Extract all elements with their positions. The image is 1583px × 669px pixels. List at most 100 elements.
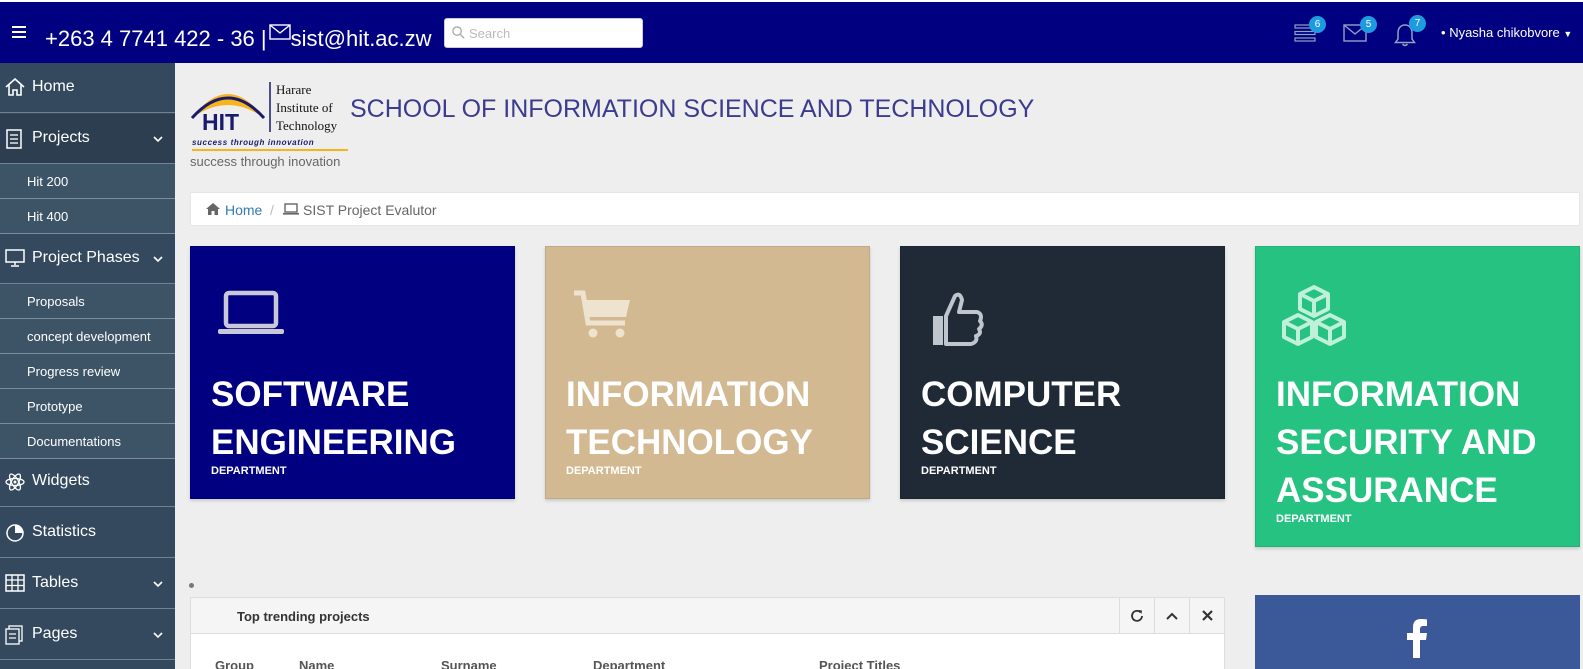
home-icon [5,78,25,96]
hit-logo: HIT Harare Institute of Technology succe… [190,76,350,152]
breadcrumb-separator: / [270,202,274,218]
column-header-department: Department [593,658,666,669]
search-input[interactable] [469,23,637,43]
chevron-down-icon [153,256,163,263]
sidebar-sub-proposals[interactable]: Proposals [0,284,175,319]
chevron-down-icon [153,136,163,143]
cubes-icon [1282,285,1346,346]
department-label: DEPARTMENT [1276,513,1352,525]
refresh-icon [1131,609,1143,622]
envelope-icon [268,20,291,46]
caret-down-icon: ▼ [1563,29,1573,39]
thumbs-up-icon [933,292,984,346]
document-icon [6,129,22,149]
user-menu[interactable]: • Nyasha chikobvore ▼ [1441,25,1572,40]
sidebar-item-label: Projects [32,129,90,146]
status-dot-icon: • [1441,25,1446,40]
pages-icon [5,625,23,645]
sidebar-item-label: Home [32,78,75,95]
tasks-button[interactable]: 6 [1294,16,1326,47]
cart-icon [574,290,630,338]
home-icon [206,203,220,215]
department-name: SOFTWARE ENGINEERING [211,375,457,462]
laptop-icon [218,290,284,334]
sidebar-sub-label: concept development [27,329,151,344]
notifications-button[interactable]: 7 [1394,15,1426,52]
department-name: INFORMATION TECHNOLOGY [566,375,813,462]
sidebar-sub-label: Proposals [27,294,85,309]
page-title: SCHOOL OF INFORMATION SCIENCE AND TECHNO… [350,95,1035,123]
breadcrumb: Home / SIST Project Evalutor [190,192,1580,226]
sidebar: Home Projects Hit 200 Hit 400 Project Ph… [0,63,175,669]
department-tile-computer-science[interactable]: COMPUTER SCIENCE DEPARTMENT [900,246,1225,499]
sidebar-sub-prototype[interactable]: Prototype [0,389,175,424]
notifications-badge: 7 [1409,15,1426,32]
logo-institute-line3: Technology [276,118,338,133]
close-button[interactable] [1189,598,1224,633]
sidebar-item-projects[interactable]: Projects [0,114,175,164]
email-address[interactable]: sist@hit.ac.zw [291,26,432,51]
collapse-button[interactable] [1154,598,1189,633]
breadcrumb-home-link[interactable]: Home [225,202,262,218]
atom-icon [5,473,25,491]
sidebar-sub-label: Prototype [27,399,83,414]
department-label: DEPARTMENT [566,465,642,477]
search-icon [452,26,465,39]
sidebar-item-tables[interactable]: Tables [0,559,175,609]
sidebar-sub-progress-review[interactable]: Progress review [0,354,175,389]
sidebar-item-home[interactable]: Home [0,63,175,113]
logo-institute-line2: Institute of [276,100,333,115]
sidebar-item-label: Pages [32,625,78,642]
sidebar-item-label: Widgets [32,472,90,489]
contact-info: +263 4 7741 422 - 36 | sist@hit.ac.zw [45,20,432,52]
sidebar-sub-label: Hit 200 [27,174,69,189]
logo-tagline: success through inovation [190,154,341,169]
tasks-badge: 6 [1309,16,1326,33]
panel-header: Top trending projects [191,598,1224,634]
department-name: INFORMATION SECURITY AND ASSURANCE [1276,375,1537,510]
refresh-button[interactable] [1119,598,1154,633]
logo-motto: success through innovation [192,138,315,147]
sidebar-item-label: Statistics [32,523,97,540]
sidebar-item-project-phases[interactable]: Project Phases [0,234,175,284]
sidebar-sub-concept-development[interactable]: concept development [0,319,175,354]
sidebar-sub-hit200[interactable]: Hit 200 [0,164,175,199]
search-box[interactable] [444,18,643,48]
monitor-icon [5,249,25,267]
logo-hit-text: HIT [202,109,240,135]
department-label: DEPARTMENT [211,465,287,477]
sidebar-sub-documentations[interactable]: Documentations [0,424,175,459]
sidebar-item-statistics[interactable]: Statistics [0,508,175,558]
sidebar-sub-label: Progress review [27,364,121,379]
chevron-down-icon [153,581,163,588]
sidebar-sub-label: Hit 400 [27,209,69,224]
breadcrumb-current: SIST Project Evalutor [303,202,437,218]
top-navbar: +263 4 7741 422 - 36 | sist@hit.ac.zw 6 5… [0,0,1583,63]
table-icon [5,574,25,592]
column-header-surname: Surname [441,658,497,669]
department-tile-information-technology[interactable]: INFORMATION TECHNOLOGY DEPARTMENT [545,246,870,499]
sidebar-item-label: Project Phases [32,249,140,266]
sidebar-sub-label: Documentations [27,434,121,449]
chevron-down-icon [153,632,163,639]
facebook-icon [1407,619,1427,658]
sidebar-sub-hit400[interactable]: Hit 400 [0,199,175,234]
panel-title: Top trending projects [237,609,370,624]
department-label: DEPARTMENT [921,465,997,477]
pie-chart-icon [6,524,24,542]
department-name: COMPUTER SCIENCE [921,375,1122,462]
chevron-up-icon [1166,612,1178,620]
column-header-project-titles: Project Titles [819,658,901,669]
sidebar-item-label: Tables [32,574,79,591]
sidebar-item-widgets[interactable]: Widgets [0,457,175,507]
bullet-marker [189,583,194,588]
messages-button[interactable]: 5 [1343,16,1377,47]
facebook-widget[interactable] [1255,595,1580,669]
sidebar-item-pages[interactable]: Pages [0,610,175,660]
department-tile-information-security[interactable]: INFORMATION SECURITY AND ASSURANCE DEPARTM… [1255,246,1580,547]
logo-institute-line1: Harare [276,82,312,97]
department-tile-software-engineering[interactable]: SOFTWARE ENGINEERING DEPARTMENT [190,246,515,499]
menu-toggle-icon[interactable] [12,26,26,38]
user-name: Nyasha chikobvore [1449,25,1560,40]
close-icon [1201,610,1213,621]
